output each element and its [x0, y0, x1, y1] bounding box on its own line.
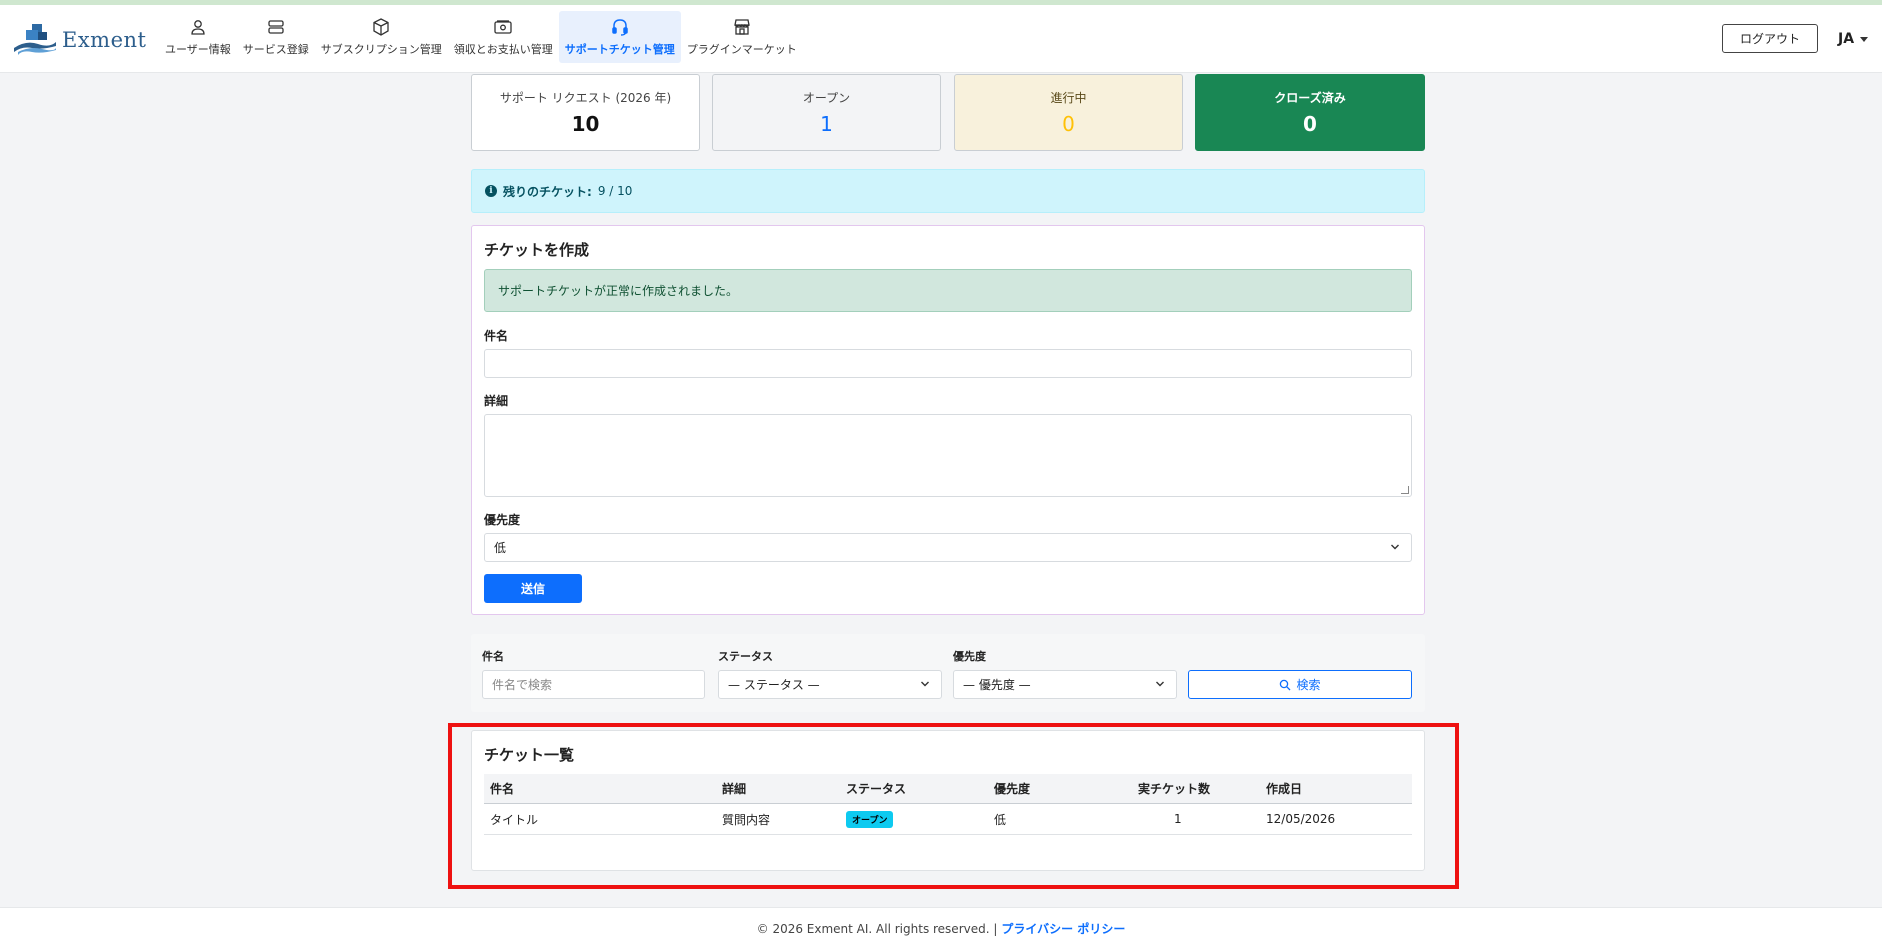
nav-label: ユーザー情報: [165, 43, 231, 56]
caret-down-icon: [1860, 36, 1869, 42]
column-header: 優先度: [994, 782, 1031, 796]
filter-subject-input[interactable]: 件名で検索: [482, 670, 705, 699]
nav-label: プラグインマーケット: [686, 43, 797, 56]
ticket-priority: 低: [994, 812, 1007, 827]
ticket-status-cell: オープン: [846, 810, 894, 828]
nav-label: サポートチケット管理: [564, 43, 675, 56]
stat-value: 0: [1303, 112, 1317, 136]
brand-logo[interactable]: Exment: [12, 20, 146, 60]
nav-billing[interactable]: 領収とお支払い管理: [448, 11, 559, 63]
privacy-policy-link[interactable]: プライバシー ポリシー: [1001, 920, 1125, 937]
filter-status-label: ステータス: [718, 650, 773, 663]
status-badge: オープン: [846, 810, 894, 828]
main-nav: ユーザー情報 サービス登録 サブスクリプション管理 領収とお支払い管理 サポート…: [159, 11, 803, 63]
box-icon: [373, 18, 389, 36]
cash-icon: [494, 20, 512, 34]
nav-subscription[interactable]: サブスクリプション管理: [315, 11, 448, 63]
nav-plugin-market[interactable]: プラグインマーケット: [681, 11, 803, 63]
detail-textarea[interactable]: [484, 414, 1412, 497]
ticket-count: 1: [1174, 812, 1182, 826]
stat-title: 進行中: [1050, 91, 1087, 105]
filter-priority-label: 優先度: [953, 650, 986, 663]
priority-label: 優先度: [484, 513, 521, 527]
search-button-label: 検索: [1296, 678, 1321, 692]
column-header: 詳細: [722, 782, 747, 796]
stat-title: クローズ済み: [1274, 91, 1346, 105]
submit-button[interactable]: 送信: [484, 574, 582, 603]
resize-grip-icon[interactable]: [1401, 486, 1409, 494]
filter-status-select[interactable]: — ステータス —: [718, 670, 942, 699]
nav-label: サービス登録: [242, 43, 309, 56]
shop-icon: [733, 19, 750, 35]
language-dropdown[interactable]: JA: [1838, 31, 1869, 47]
filter-subject-label: 件名: [482, 650, 504, 663]
stat-card-requests: サポート リクエスト (2026 年) 10: [471, 74, 700, 151]
brand-name: Exment: [62, 28, 147, 52]
headset-icon: [612, 19, 628, 36]
top-header: Exment ユーザー情報 サービス登録 サブスクリプション管理 領収とお支払い…: [0, 5, 1882, 73]
ticket-detail: 質問内容: [722, 812, 771, 827]
exment-logo-icon: [14, 24, 56, 55]
search-icon: [1280, 679, 1291, 690]
ticket-created-date: 12/05/2026: [1266, 812, 1336, 826]
remaining-label: 残りのチケット:: [503, 184, 592, 199]
user-icon: [191, 20, 205, 35]
search-button[interactable]: 検索: [1188, 670, 1412, 699]
stat-value: 10: [571, 112, 600, 136]
create-ticket-title: チケットを作成: [484, 241, 590, 259]
detail-label: 詳細: [484, 394, 509, 408]
ticket-table: 件名 詳細 ステータス 優先度 実チケット数 作成日 タイトル 質問内容 オープ…: [484, 774, 1412, 835]
filter-priority-select[interactable]: — 優先度 —: [953, 670, 1177, 699]
ticket-subject[interactable]: タイトル: [490, 811, 538, 828]
page-footer: © 2026 Exment AI. All rights reserved. |…: [0, 907, 1882, 949]
nav-label: 領収とお支払い管理: [453, 43, 553, 56]
column-header: 作成日: [1266, 782, 1303, 796]
stat-title: オープン: [802, 91, 851, 105]
column-header: ステータス: [846, 782, 907, 796]
stat-card-open: オープン 1: [712, 74, 941, 151]
server-icon: [268, 20, 284, 34]
table-row[interactable]: タイトル 質問内容 オープン 低 1 12/05/2026: [484, 804, 1412, 835]
subject-label: 件名: [484, 329, 509, 343]
subject-input[interactable]: [484, 349, 1412, 378]
nav-user-info[interactable]: ユーザー情報: [159, 11, 237, 63]
nav-label: サブスクリプション管理: [320, 43, 442, 56]
nav-service-registration[interactable]: サービス登録: [237, 11, 315, 63]
column-header: 件名: [490, 782, 515, 796]
chevron-down-icon: [921, 681, 929, 687]
chevron-down-icon: [1156, 681, 1164, 687]
logout-button[interactable]: ログアウト: [1722, 24, 1818, 53]
language-label: JA: [1838, 31, 1855, 47]
priority-select[interactable]: 低: [484, 533, 1412, 562]
nav-support-tickets[interactable]: サポートチケット管理: [558, 11, 681, 63]
stat-card-in-progress: 進行中 0: [954, 74, 1183, 151]
remaining-tickets-alert: i 残りのチケット: 9 / 10: [471, 169, 1425, 213]
priority-selected-value: 低: [494, 541, 507, 555]
column-header: 実チケット数: [1138, 782, 1211, 796]
status-selected-value: — ステータス —: [728, 678, 820, 692]
ticket-list-title: チケット一覧: [484, 746, 575, 764]
stat-title: サポート リクエスト (2026 年): [499, 91, 672, 105]
stat-value: 1: [820, 112, 833, 136]
ticket-list-card: チケット一覧 件名 詳細 ステータス 優先度 実チケット数 作成日 タイトル 質…: [471, 730, 1425, 871]
create-ticket-card: チケットを作成 サポートチケットが正常に作成されました。 件名 詳細 優先度 低…: [471, 225, 1425, 615]
ticket-filter-bar: 件名 件名で検索 ステータス — ステータス — 優先度 — 優先度 — 検索: [471, 634, 1425, 712]
stat-value: 0: [1062, 112, 1075, 136]
chevron-down-icon: [1391, 544, 1399, 550]
remaining-value: 9 / 10: [597, 184, 633, 198]
stat-card-closed: クローズ済み 0: [1195, 74, 1425, 151]
table-header-row: 件名 詳細 ステータス 優先度 実チケット数 作成日: [484, 774, 1412, 804]
copyright-text: © 2026 Exment AI. All rights reserved. |: [756, 921, 998, 936]
info-icon: i: [485, 185, 497, 197]
priority-filter-selected-value: — 優先度 —: [963, 678, 1031, 692]
success-alert: サポートチケットが正常に作成されました。: [484, 269, 1412, 312]
